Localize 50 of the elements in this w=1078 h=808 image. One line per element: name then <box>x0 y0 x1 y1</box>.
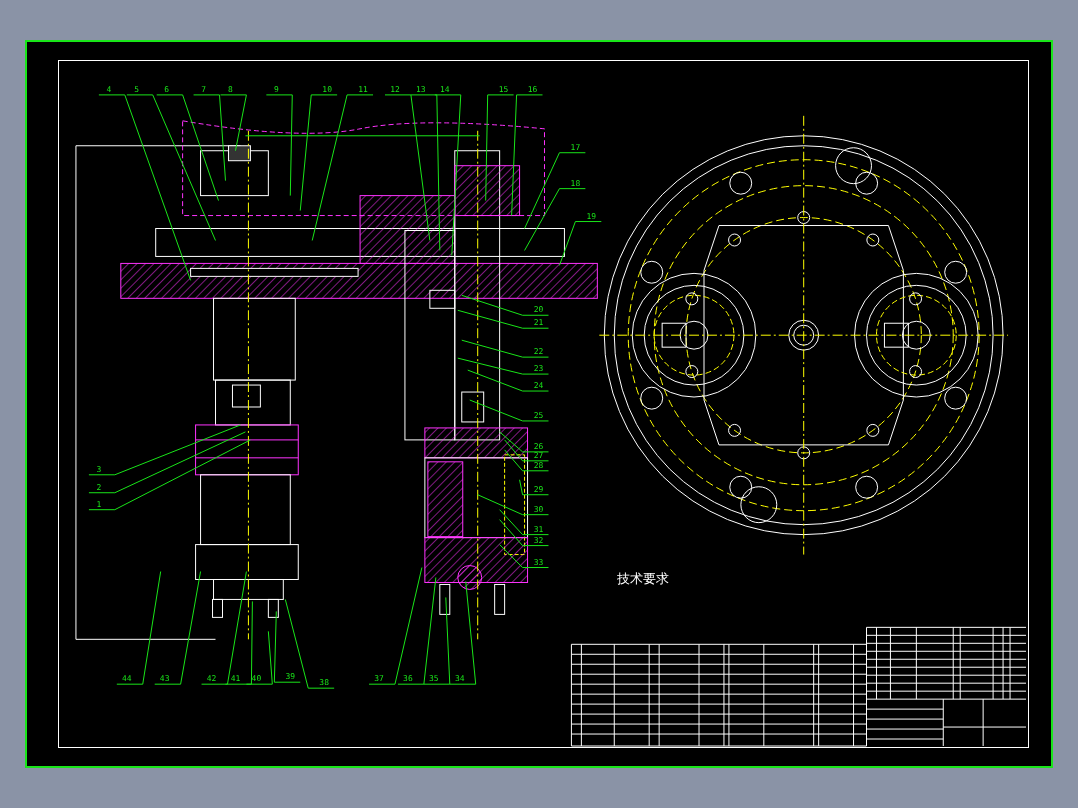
part-number: 24 <box>533 381 544 391</box>
part-number: 8 <box>228 84 233 94</box>
part-number: 4 <box>106 84 112 94</box>
part-number: 44 <box>122 674 132 684</box>
part-number: 6 <box>164 84 170 94</box>
part-number: 31 <box>533 524 544 534</box>
part-number: 17 <box>570 142 581 152</box>
part-number: 22 <box>533 347 544 357</box>
part-number: 41 <box>230 674 241 684</box>
part-number: 14 <box>440 84 450 94</box>
part-number: 27 <box>533 450 544 460</box>
part-number: 39 <box>285 672 296 682</box>
part-number: 25 <box>533 410 544 420</box>
part-number: 38 <box>319 678 329 688</box>
part-number: 30 <box>533 504 544 514</box>
leader-line <box>499 519 549 547</box>
part-number: 21 <box>533 318 544 328</box>
leader-line <box>504 449 549 472</box>
part-number: 26 <box>533 441 544 451</box>
part-number: 11 <box>358 84 368 94</box>
part-number: 29 <box>533 484 544 494</box>
part-number: 42 <box>206 674 217 684</box>
part-number: 1 <box>96 499 102 509</box>
part-number: 40 <box>251 674 262 684</box>
part-number: 16 <box>527 84 538 94</box>
notes-heading: 技术要求 <box>617 571 670 587</box>
part-number: 33 <box>533 557 544 567</box>
part-number: 5 <box>134 84 140 94</box>
part-number: 28 <box>533 460 544 470</box>
part-number: 32 <box>533 535 544 545</box>
part-number: 23 <box>533 364 544 374</box>
leader-line <box>499 544 549 568</box>
part-number: 36 <box>403 674 413 684</box>
part-number: 20 <box>533 305 544 315</box>
part-number: 7 <box>201 84 206 94</box>
part-number: 37 <box>374 674 384 684</box>
part-number: 9 <box>273 84 279 94</box>
part-number: 10 <box>322 84 332 94</box>
part-number: 43 <box>159 674 170 684</box>
part-number: 12 <box>390 84 400 94</box>
part-number: 18 <box>570 178 581 188</box>
part-number: 13 <box>416 84 426 94</box>
leader-line <box>504 439 549 462</box>
part-number: 2 <box>96 482 102 492</box>
part-number: 3 <box>96 464 102 474</box>
part-number: 35 <box>429 674 439 684</box>
part-number: 15 <box>498 84 509 94</box>
part-number: 34 <box>454 674 465 684</box>
leader-line <box>499 431 549 453</box>
part-number: 19 <box>586 211 597 221</box>
